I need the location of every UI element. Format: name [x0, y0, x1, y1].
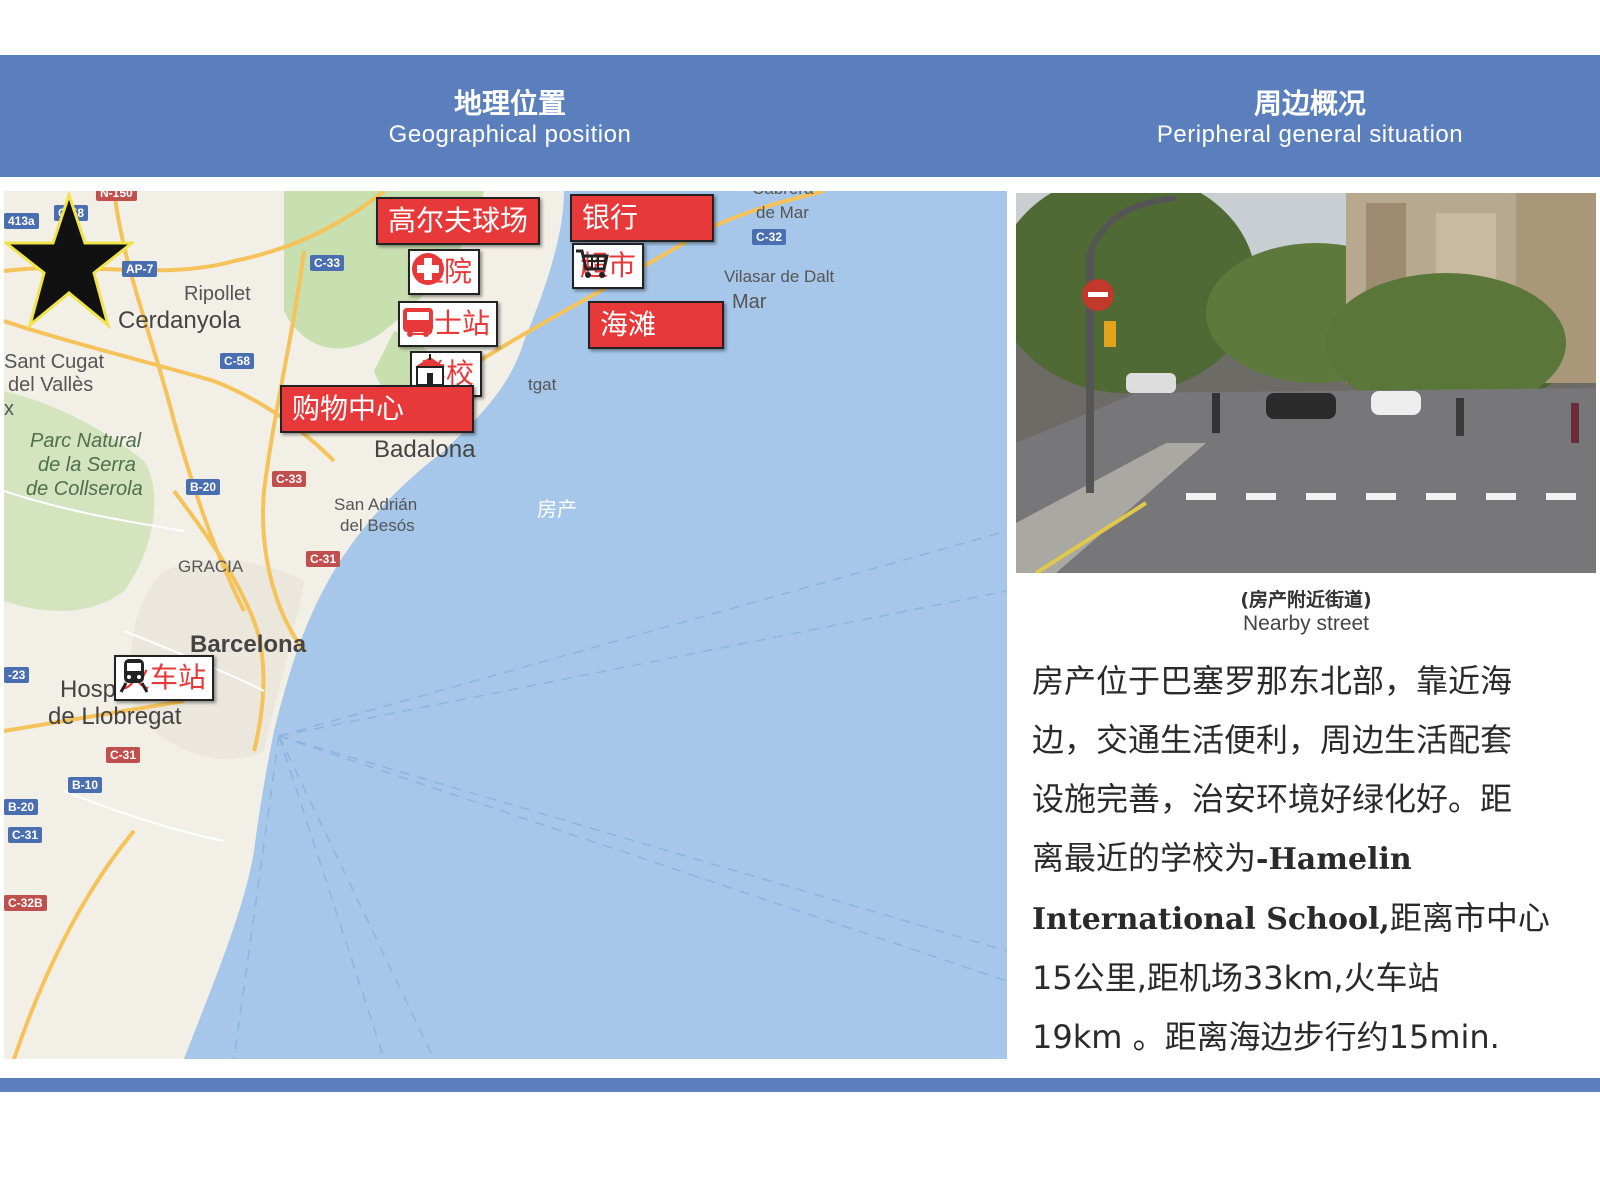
tag-bus-stop: 巴士站	[398, 301, 499, 347]
road-c31-south: C-31	[8, 827, 43, 843]
description-line-4-a: 离最近的学校为	[1032, 839, 1257, 877]
surroundings-title-zh: 周边概况	[1253, 87, 1366, 120]
place-x: x	[4, 398, 14, 420]
road-b20-north: B-20	[186, 479, 221, 495]
road-c32: C-32	[752, 229, 787, 245]
property-label: 房产	[537, 497, 577, 521]
road-c33-south: C-33	[272, 471, 307, 487]
place-sant-cugat: Sant Cugat	[4, 351, 105, 373]
geo-position-heading: 地理位置 Geographical position	[310, 87, 710, 149]
property-star-icon	[4, 191, 134, 330]
train-icon	[119, 659, 149, 693]
medical-cross-icon	[412, 253, 444, 285]
place-mar: Mar	[732, 291, 767, 313]
surroundings-title-en: Peripheral general situation	[1156, 121, 1464, 148]
tag-bank: 银行	[570, 194, 714, 242]
geo-position-title-en: Geographical position	[388, 121, 632, 148]
place-del-besos: del Besós	[340, 516, 415, 535]
road-c31-north: C-31	[306, 551, 341, 567]
footer-bar	[0, 1078, 1600, 1092]
description-line-5-b: 距离市中心	[1389, 899, 1550, 937]
place-tgat: tgat	[528, 375, 557, 394]
school-name-part-2: International School,	[1032, 902, 1390, 937]
property-description: 房产位于巴塞罗那东北部，靠近海 边，交通生活便利，周边生活配套 设施完善，治安环…	[1032, 652, 1577, 1067]
road-c33-north: C-33	[310, 255, 345, 271]
street-scene	[1016, 193, 1596, 573]
place-gracia: GRACIA	[178, 557, 244, 576]
place-cabrera: Cabrera	[752, 191, 813, 199]
place-parc-natural: Parc Natural	[30, 430, 142, 452]
header-bar: 地理位置 Geographical position 周边概况 Peripher…	[0, 55, 1600, 177]
nearby-street-photo	[1016, 193, 1596, 573]
description-line-4: 离最近的学校为-Hamelin	[1032, 829, 1577, 889]
school-building-icon	[415, 354, 445, 386]
place-de-mar: de Mar	[756, 203, 809, 222]
tag-shopping-mall: 购物中心	[280, 385, 474, 433]
description-line-2: 边，交通生活便利，周边生活配套	[1032, 721, 1513, 759]
photo-caption-en: Nearby street	[1242, 612, 1370, 635]
description-line-1: 房产位于巴塞罗那东北部，靠近海	[1032, 662, 1513, 700]
tag-supermarket: 超市	[572, 243, 645, 289]
road-c32b: C-32B	[4, 895, 47, 911]
description-line-7: 19km 。距离海边步行约15min.	[1032, 1018, 1500, 1056]
school-name-part-1: -Hamelin	[1256, 842, 1412, 877]
tag-beach: 海滩	[588, 301, 724, 349]
place-san-adrian: San Adrián	[334, 495, 418, 514]
place-cerdanyola: Cerdanyola	[118, 307, 241, 334]
place-vilasar: Vilasar de Dalt	[724, 267, 835, 286]
road-c31-mid: C-31	[106, 747, 141, 763]
road-c58-south: C-58	[220, 353, 255, 369]
tag-hospital: 医院	[408, 249, 481, 295]
place-llobregat: de Llobregat	[48, 703, 182, 730]
place-serra: de la Serra	[38, 454, 136, 476]
description-line-5: International School,距离市中心	[1032, 889, 1577, 949]
shipping-lanes	[233, 530, 1007, 1059]
photo-caption-zh: (房产附近街道)	[1240, 589, 1372, 611]
tag-train-station: 火车站	[114, 655, 215, 701]
road-b10: B-10	[68, 777, 103, 793]
description-line-6: 15公里,距机场33km,火车站	[1032, 959, 1440, 997]
location-map: Ripollet Cerdanyola Sant Cugat del Vallè…	[4, 191, 1007, 1059]
place-del-valles: del Vallès	[8, 374, 94, 396]
road-b20-south: B-20	[4, 799, 39, 815]
place-hosp: Hosp	[60, 676, 117, 703]
place-collserola: de Collserola	[26, 478, 143, 500]
road-23: -23	[4, 667, 30, 683]
shopping-cart-icon	[576, 249, 609, 278]
geo-position-title-zh: 地理位置	[453, 87, 566, 120]
place-ripollet: Ripollet	[184, 283, 251, 305]
description-line-3: 设施完善，治安环境好绿化好。距	[1032, 780, 1513, 818]
bus-icon	[403, 308, 433, 337]
tag-golf-course: 高尔夫球场	[376, 197, 541, 245]
place-badalona: Badalona	[374, 436, 476, 463]
surroundings-heading: 周边概况 Peripheral general situation	[1090, 87, 1530, 149]
